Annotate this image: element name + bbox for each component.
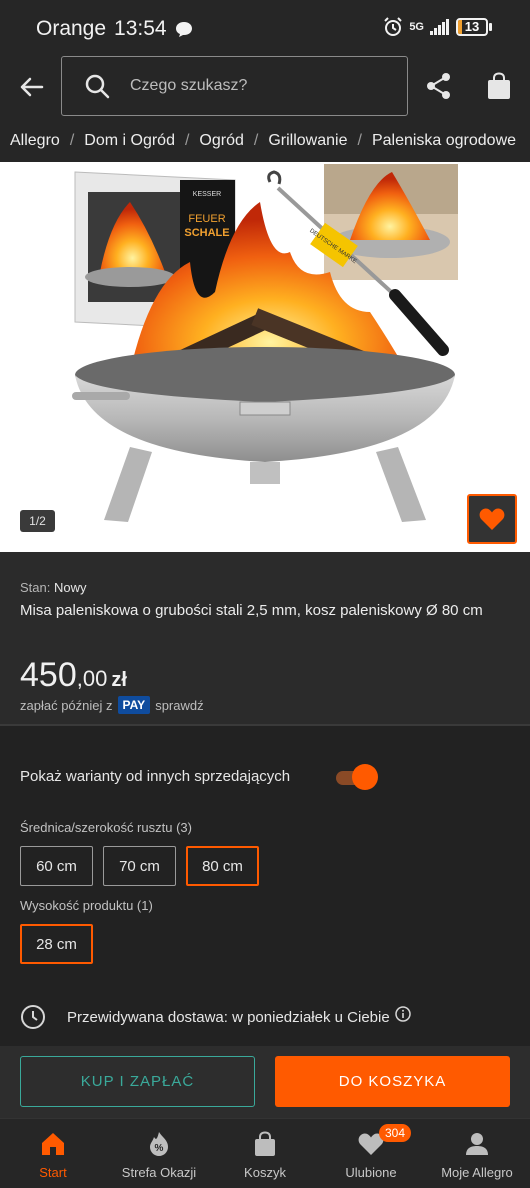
- bowl-handle: [72, 392, 130, 400]
- image-counter: 1/2: [20, 510, 55, 532]
- price-decimal: ,00: [76, 666, 108, 691]
- breadcrumb-separator: /: [69, 131, 75, 149]
- battery-level: 13: [464, 19, 480, 34]
- paylater-check-link[interactable]: sprawdź: [155, 698, 203, 713]
- heart-icon: [479, 508, 505, 530]
- signal-icon: [430, 19, 449, 35]
- nav-label: Strefa Okazji: [121, 1165, 197, 1180]
- chat-bubble-icon: [175, 22, 192, 37]
- condition-label: Stan:: [20, 580, 51, 595]
- condition-row: Stan: Nowy: [20, 580, 87, 595]
- search-icon: [85, 74, 110, 99]
- alarm-icon: [384, 17, 403, 36]
- price-currency: zł: [111, 669, 127, 691]
- breadcrumb-separator: /: [357, 131, 362, 149]
- diameter-option-70[interactable]: 70 cm: [103, 846, 176, 886]
- paylater-prefix: zapłać później z: [20, 697, 113, 713]
- share-icon[interactable]: [426, 72, 452, 100]
- clock-icon: [21, 1005, 45, 1029]
- breadcrumb-item[interactable]: Allegro: [10, 132, 60, 150]
- breadcrumb-separator: /: [184, 131, 190, 149]
- price-integer: 450: [20, 656, 77, 694]
- pay-badge: PAY: [117, 696, 151, 714]
- nav-label: Ulubione: [345, 1165, 397, 1180]
- battery-tip: [489, 23, 492, 31]
- status-left: Orange 13:54: [36, 17, 193, 41]
- box-title-line1: FEUER: [188, 213, 225, 225]
- status-bar: Orange 13:54 5G 13: [0, 0, 530, 56]
- carrier-label: Orange: [36, 17, 107, 40]
- breadcrumb: Allegro / Dom i Ogród / Ogród / Grillowa…: [0, 119, 530, 162]
- condition-value: Nowy: [53, 580, 87, 595]
- breadcrumb-item[interactable]: Ogród: [199, 132, 243, 150]
- search-box[interactable]: Czego szukasz?: [61, 56, 408, 116]
- delivery-text: Przewidywana dostawa: w poniedziałek u C…: [67, 1008, 390, 1026]
- variants-toggle[interactable]: [336, 764, 378, 790]
- back-arrow-icon[interactable]: [16, 72, 46, 102]
- nav-item-favorites[interactable]: Ulubione 304: [318, 1119, 424, 1188]
- home-icon: [42, 1133, 64, 1155]
- nav-item-cart[interactable]: Koszyk: [212, 1119, 318, 1188]
- nav-item-start[interactable]: Start: [0, 1119, 106, 1188]
- diameter-option-60[interactable]: 60 cm: [20, 846, 93, 886]
- battery-fill: [458, 20, 462, 34]
- product-title: Misa paleniskowa o grubości stali 2,5 mm…: [20, 602, 483, 619]
- breadcrumb-separator: /: [253, 131, 259, 149]
- box-title-line2: SCHALE: [184, 227, 229, 239]
- cart-icon: [255, 1131, 275, 1156]
- diameter-label: Średnica/szerokość rusztu (3): [20, 820, 192, 835]
- height-label: Wysokość produktu (1): [20, 898, 153, 913]
- bottom-nav: Start % Strefa Okazji Koszyk Ulubione 30…: [0, 1118, 530, 1188]
- nav-item-my-allegro[interactable]: Moje Allegro: [424, 1119, 530, 1188]
- delivery-row[interactable]: Przewidywana dostawa: w poniedziałek u C…: [20, 1004, 411, 1030]
- clock-time: 13:54: [114, 17, 167, 40]
- search-placeholder[interactable]: Czego szukasz?: [130, 77, 247, 95]
- breadcrumb-item[interactable]: Paleniska ogrodowe: [372, 132, 516, 150]
- variants-section: Pokaż warianty od innych sprzedających Ś…: [0, 726, 530, 1046]
- battery-indicator: 13: [456, 18, 492, 36]
- svg-text:%: %: [155, 1143, 164, 1154]
- favorite-button[interactable]: [467, 494, 517, 544]
- variants-toggle-label: Pokaż warianty od innych sprzedających: [20, 768, 291, 785]
- breadcrumb-item[interactable]: Dom i Ogród: [84, 132, 175, 150]
- battery-body: 13: [456, 18, 488, 36]
- nav-label: Moje Allegro: [441, 1165, 513, 1180]
- product-image[interactable]: KESSER FEUER SCHALE DEUTSCHE MARKE: [0, 162, 530, 552]
- buy-now-button[interactable]: KUP I ZAPŁAĆ: [20, 1056, 255, 1107]
- bowl-leg: [104, 447, 152, 522]
- info-icon[interactable]: [394, 1006, 411, 1022]
- nav-label: Koszyk: [244, 1165, 286, 1180]
- price: 450,00 zł: [20, 656, 127, 695]
- deals-icon: %: [150, 1132, 168, 1156]
- pay-later-row[interactable]: zapłać później z PAY sprawdź: [20, 696, 204, 714]
- toggle-knob: [352, 764, 378, 790]
- app-header: Czego szukasz?: [0, 56, 530, 119]
- diameter-option-80[interactable]: 80 cm: [186, 846, 259, 886]
- network-type: 5G: [409, 21, 424, 33]
- fire-bowl-illustration: KESSER FEUER SCHALE DEUTSCHE MARKE: [72, 164, 458, 522]
- status-right: 5G 13: [383, 17, 492, 37]
- shopping-bag-icon[interactable]: [487, 72, 511, 100]
- bowl-leg: [376, 447, 426, 522]
- product-details: Stan: Nowy Misa paleniskowa o grubości s…: [0, 552, 530, 724]
- user-icon: [466, 1133, 488, 1155]
- bowl-logo-plate: [239, 401, 291, 416]
- box-brand-text: KESSER: [193, 191, 221, 198]
- bowl-leg: [250, 462, 280, 484]
- favorites-count-badge: 304: [379, 1124, 412, 1142]
- height-option-28[interactable]: 28 cm: [20, 924, 93, 964]
- breadcrumb-item[interactable]: Grillowanie: [268, 132, 347, 150]
- nav-item-deals[interactable]: % Strefa Okazji: [106, 1119, 212, 1188]
- nav-label: Start: [39, 1165, 67, 1180]
- action-bar: KUP I ZAPŁAĆ DO KOSZYKA: [0, 1046, 530, 1118]
- add-to-cart-button[interactable]: DO KOSZYKA: [275, 1056, 510, 1107]
